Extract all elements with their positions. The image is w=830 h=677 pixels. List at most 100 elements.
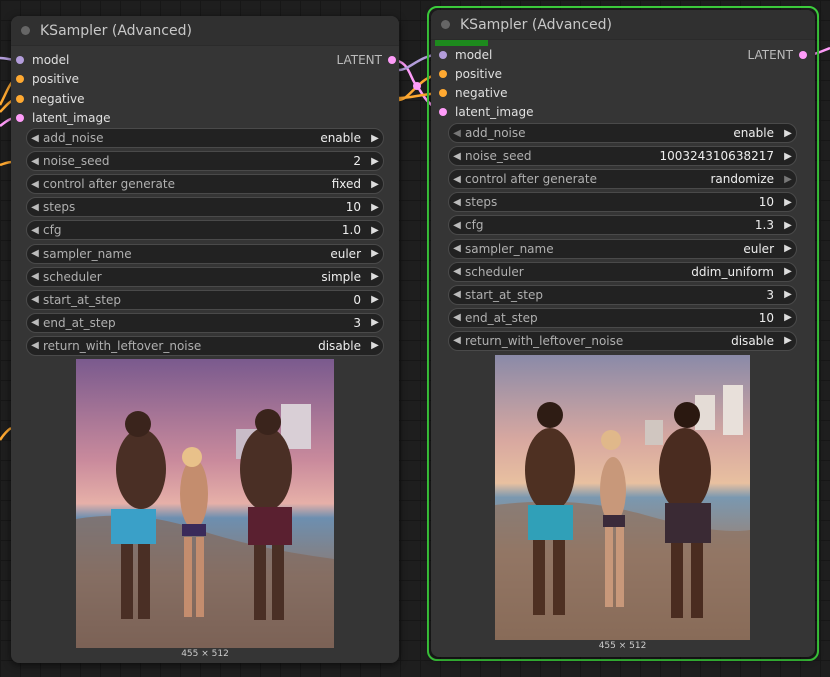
decrement-arrow-icon[interactable]: ◀ — [27, 317, 43, 328]
decrement-arrow-icon[interactable]: ◀ — [27, 225, 43, 236]
increment-arrow-icon[interactable]: ▶ — [780, 128, 796, 139]
widget-noise-seed[interactable]: ◀ noise_seed 2 ▶ — [26, 151, 384, 172]
decrement-arrow-icon[interactable]: ◀ — [27, 156, 43, 167]
input-slot-icon[interactable] — [16, 114, 24, 122]
output-latent[interactable]: LATENT — [337, 51, 396, 69]
input-positive[interactable]: positive — [439, 65, 502, 83]
widget-value: disable — [318, 338, 361, 353]
input-slot-icon[interactable] — [439, 51, 447, 59]
increment-arrow-icon[interactable]: ▶ — [367, 340, 383, 351]
decrement-arrow-icon[interactable]: ◀ — [449, 197, 465, 208]
widget-return-with-leftover-noise[interactable]: ◀ return_with_leftover_noise disable ▶ — [26, 335, 384, 356]
widget-value: enable — [320, 131, 361, 145]
collapse-dot-icon[interactable] — [21, 26, 30, 35]
input-model[interactable]: model — [16, 51, 69, 69]
increment-arrow-icon[interactable]: ▶ — [367, 248, 383, 259]
widget-label: control after generate — [43, 177, 175, 192]
decrement-arrow-icon[interactable]: ◀ — [449, 266, 465, 277]
widget-steps[interactable]: ◀ steps 10 ▶ — [26, 197, 384, 218]
output-slot-icon[interactable] — [388, 56, 396, 64]
widget-add-noise[interactable]: ◀ add_noise enable ▶ — [26, 128, 384, 148]
widget-start-at-step[interactable]: ◀ start_at_step 3 ▶ — [448, 284, 797, 305]
input-slot-icon[interactable] — [439, 70, 447, 78]
decrement-arrow-icon[interactable]: ◀ — [27, 271, 43, 282]
increment-arrow-icon[interactable]: ▶ — [367, 179, 383, 190]
increment-arrow-icon[interactable]: ▶ — [780, 197, 796, 208]
widget-value: 10 — [345, 200, 361, 215]
widget-scheduler[interactable]: ◀ scheduler ddim_uniform ▶ — [448, 261, 797, 282]
widget-label: end_at_step — [465, 310, 538, 325]
input-slot-icon[interactable] — [16, 95, 24, 103]
decrement-arrow-icon[interactable]: ◀ — [449, 220, 465, 231]
widget-end-at-step[interactable]: ◀ end_at_step 3 ▶ — [26, 312, 384, 333]
input-slot-icon[interactable] — [16, 75, 24, 83]
increment-arrow-icon[interactable]: ▶ — [367, 271, 383, 282]
widget-control-after-generate[interactable]: ◀ control after generate fixed ▶ — [26, 174, 384, 195]
decrement-arrow-icon[interactable]: ◀ — [27, 202, 43, 213]
widget-return-with-leftover-noise[interactable]: ◀ return_with_leftover_noise disable ▶ — [448, 330, 797, 351]
node-title-bar[interactable]: KSampler (Advanced) — [431, 10, 815, 40]
widget-scheduler[interactable]: ◀ scheduler simple ▶ — [26, 266, 384, 287]
widget-end-at-step[interactable]: ◀ end_at_step 10 ▶ — [448, 307, 797, 328]
input-latent-image[interactable]: latent_image — [16, 109, 110, 127]
input-slot-icon[interactable] — [439, 108, 447, 116]
widget-cfg[interactable]: ◀ cfg 1.0 ▶ — [26, 220, 384, 241]
decrement-arrow-icon[interactable]: ◀ — [27, 179, 43, 190]
widget-sampler-name[interactable]: ◀ sampler_name euler ▶ — [448, 238, 797, 259]
widget-control-after-generate[interactable]: ◀ control after generate randomize ▶ — [448, 169, 797, 190]
widget-add-noise[interactable]: ◀ add_noise enable ▶ — [448, 123, 797, 143]
ksampler-node-2[interactable]: KSampler (Advanced) model positive negat… — [431, 10, 815, 657]
increment-arrow-icon[interactable]: ▶ — [780, 289, 796, 300]
collapse-dot-icon[interactable] — [441, 20, 450, 29]
ksampler-node-1[interactable]: KSampler (Advanced) model positive negat… — [11, 16, 399, 663]
decrement-arrow-icon[interactable]: ◀ — [449, 289, 465, 300]
node-title: KSampler (Advanced) — [40, 22, 192, 39]
input-latent-image[interactable]: latent_image — [439, 103, 533, 121]
widget-label: return_with_leftover_noise — [465, 333, 624, 348]
increment-arrow-icon[interactable]: ▶ — [780, 174, 796, 185]
decrement-arrow-icon[interactable]: ◀ — [449, 174, 465, 185]
widget-value: 1.0 — [341, 223, 361, 238]
decrement-arrow-icon[interactable]: ◀ — [449, 151, 465, 162]
input-slot-icon[interactable] — [16, 56, 24, 64]
increment-arrow-icon[interactable]: ▶ — [367, 133, 383, 144]
widget-cfg[interactable]: ◀ cfg 1.3 ▶ — [448, 215, 797, 236]
input-negative[interactable]: negative — [439, 84, 507, 102]
widget-value: 2 — [353, 154, 361, 169]
output-latent[interactable]: LATENT — [748, 46, 807, 64]
input-model[interactable]: model — [439, 46, 492, 64]
increment-arrow-icon[interactable]: ▶ — [780, 220, 796, 231]
node-title: KSampler (Advanced) — [460, 16, 612, 33]
output-slot-icon[interactable] — [799, 51, 807, 59]
increment-arrow-icon[interactable]: ▶ — [780, 335, 796, 346]
decrement-arrow-icon[interactable]: ◀ — [449, 335, 465, 346]
decrement-arrow-icon[interactable]: ◀ — [449, 128, 465, 139]
decrement-arrow-icon[interactable]: ◀ — [27, 294, 43, 305]
increment-arrow-icon[interactable]: ▶ — [367, 202, 383, 213]
decrement-arrow-icon[interactable]: ◀ — [449, 243, 465, 254]
increment-arrow-icon[interactable]: ▶ — [780, 151, 796, 162]
input-negative[interactable]: negative — [16, 90, 84, 108]
widget-noise-seed[interactable]: ◀ noise_seed 100324310638217 ▶ — [448, 146, 797, 167]
widget-steps[interactable]: ◀ steps 10 ▶ — [448, 192, 797, 213]
widget-sampler-name[interactable]: ◀ sampler_name euler ▶ — [26, 243, 384, 264]
decrement-arrow-icon[interactable]: ◀ — [27, 340, 43, 351]
widget-label: scheduler — [465, 264, 524, 279]
widget-value: enable — [733, 126, 774, 140]
widget-label: return_with_leftover_noise — [43, 338, 202, 353]
input-slot-icon[interactable] — [439, 89, 447, 97]
widget-start-at-step[interactable]: ◀ start_at_step 0 ▶ — [26, 289, 384, 310]
widget-value: fixed — [331, 177, 361, 192]
increment-arrow-icon[interactable]: ▶ — [367, 156, 383, 167]
decrement-arrow-icon[interactable]: ◀ — [449, 312, 465, 323]
increment-arrow-icon[interactable]: ▶ — [780, 266, 796, 277]
increment-arrow-icon[interactable]: ▶ — [780, 312, 796, 323]
node-title-bar[interactable]: KSampler (Advanced) — [11, 16, 399, 46]
decrement-arrow-icon[interactable]: ◀ — [27, 133, 43, 144]
increment-arrow-icon[interactable]: ▶ — [367, 225, 383, 236]
increment-arrow-icon[interactable]: ▶ — [367, 317, 383, 328]
decrement-arrow-icon[interactable]: ◀ — [27, 248, 43, 259]
input-positive[interactable]: positive — [16, 70, 79, 88]
increment-arrow-icon[interactable]: ▶ — [780, 243, 796, 254]
increment-arrow-icon[interactable]: ▶ — [367, 294, 383, 305]
